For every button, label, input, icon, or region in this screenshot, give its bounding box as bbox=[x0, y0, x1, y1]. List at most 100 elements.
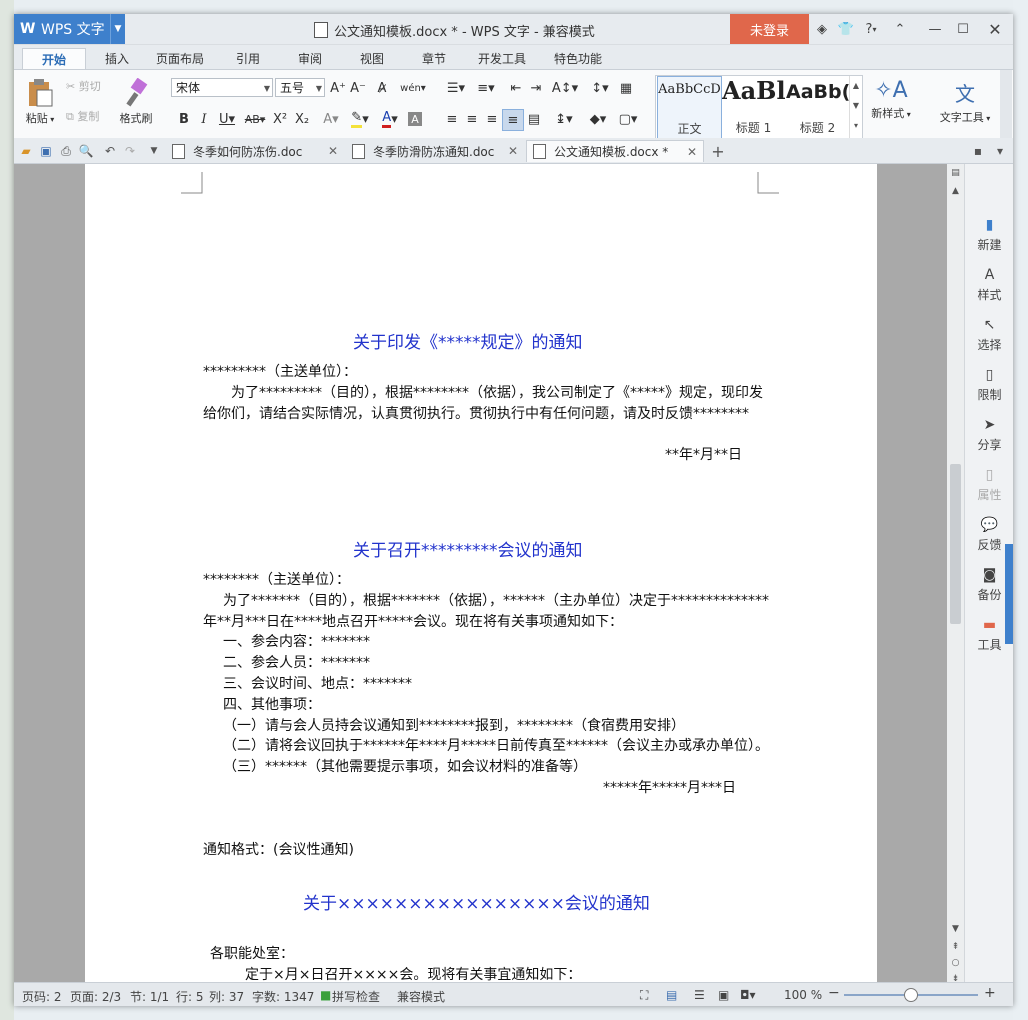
status-pages[interactable]: 页面: 2/3 bbox=[70, 988, 121, 1005]
distributed-align-icon[interactable]: ▤ bbox=[524, 109, 544, 129]
text-direction-icon[interactable]: A↕▾ bbox=[550, 78, 580, 98]
undo-icon[interactable]: ↶ bbox=[102, 143, 118, 159]
print-preview-icon[interactable]: 🔍 bbox=[78, 143, 94, 159]
doc-tab-3[interactable]: 公文通知模板.docx * ✕ bbox=[526, 140, 704, 162]
save-icon[interactable]: ▣ bbox=[38, 143, 54, 159]
bold-icon[interactable]: B bbox=[174, 109, 194, 129]
chevron-down-icon[interactable]: ▼ bbox=[110, 14, 125, 44]
status-page-code[interactable]: 页码: 2 bbox=[22, 988, 62, 1005]
zoom-out-icon[interactable]: − bbox=[828, 985, 840, 1001]
tab-review[interactable]: 审阅 bbox=[286, 48, 334, 69]
status-word-count[interactable]: 字数: 1347 bbox=[252, 988, 314, 1005]
tab-special[interactable]: 特色功能 bbox=[546, 48, 610, 69]
task-properties[interactable]: ▯ 属性 bbox=[965, 466, 1013, 503]
task-style[interactable]: A 样式 bbox=[965, 266, 1013, 303]
open-folder-icon[interactable]: ▰ bbox=[18, 143, 34, 159]
ruler-toggle-icon[interactable]: ▤ bbox=[947, 166, 964, 180]
task-new[interactable]: ▮ 新建 bbox=[965, 216, 1013, 253]
scroll-thumb[interactable] bbox=[950, 464, 961, 624]
page-view-icon[interactable]: ▤ bbox=[666, 988, 677, 1002]
cut-button[interactable]: ✂ 剪切 bbox=[66, 78, 116, 94]
align-left-icon[interactable]: ≡ bbox=[442, 109, 462, 129]
status-row[interactable]: 行: 5 bbox=[176, 988, 204, 1005]
align-center-icon[interactable]: ≡ bbox=[462, 109, 482, 129]
zoom-level[interactable]: 100 % bbox=[784, 988, 822, 1002]
ribbon-scrollbar[interactable] bbox=[1000, 70, 1012, 145]
status-col[interactable]: 列: 37 bbox=[209, 988, 244, 1005]
doc-tab-2[interactable]: 冬季防滑防冻通知.doc ✕ bbox=[346, 140, 524, 162]
redo-icon[interactable]: ↷ bbox=[122, 143, 138, 159]
reading-view-icon[interactable]: ◘▾ bbox=[740, 988, 756, 1002]
increase-indent-icon[interactable]: ⇥ bbox=[526, 78, 546, 98]
tab-view[interactable]: 视图 bbox=[348, 48, 396, 69]
phonetic-guide-icon[interactable]: wén▾ bbox=[398, 78, 428, 98]
font-name-select[interactable]: 宋体 ▼ bbox=[171, 78, 273, 97]
customize-toolbar-icon[interactable]: ▼ bbox=[146, 143, 162, 159]
close-tab-icon[interactable]: ✕ bbox=[328, 144, 338, 158]
login-button[interactable]: 未登录 bbox=[730, 14, 809, 44]
text-tools-button[interactable]: 文 文字工具 ▾ bbox=[934, 78, 996, 125]
strikethrough-icon[interactable]: AB▾ bbox=[242, 109, 268, 129]
sort-icon[interactable]: ↕▾ bbox=[586, 78, 614, 98]
fullscreen-icon[interactable]: ⛶ bbox=[640, 988, 648, 1003]
subscript-icon[interactable]: X₂ bbox=[292, 109, 312, 129]
shading-icon[interactable]: ◆▾ bbox=[584, 109, 612, 129]
scroll-up-icon[interactable]: ▲ bbox=[947, 184, 964, 198]
maximize-icon[interactable]: ☐ bbox=[954, 20, 972, 38]
underline-icon[interactable]: U▾ bbox=[214, 109, 240, 129]
style-gallery-scroll[interactable]: ▲ ▼ ▾ bbox=[849, 76, 862, 140]
collapse-ribbon-icon[interactable]: ⌃ bbox=[892, 20, 908, 38]
tab-developer[interactable]: 开发工具 bbox=[470, 48, 534, 69]
text-effect-icon[interactable]: A▾ bbox=[318, 109, 344, 129]
close-icon[interactable]: ✕ bbox=[986, 20, 1004, 39]
paste-button[interactable]: 粘贴 ▾ bbox=[22, 78, 58, 126]
help-button[interactable]: ? ▾ bbox=[860, 20, 882, 38]
close-tab-icon[interactable]: ✕ bbox=[687, 145, 697, 159]
font-color-icon[interactable]: A ▾ bbox=[376, 109, 404, 129]
new-tab-icon[interactable]: + bbox=[710, 142, 726, 161]
task-select[interactable]: ↖ 选择 bbox=[965, 316, 1013, 353]
browse-object-icon[interactable]: ○ bbox=[947, 956, 964, 970]
app-menu-button[interactable]: W WPS 文字 ▼ bbox=[14, 14, 125, 44]
tab-home[interactable]: 开始 bbox=[22, 48, 86, 70]
task-restrict[interactable]: ▯ 限制 bbox=[965, 366, 1013, 403]
tab-references[interactable]: 引用 bbox=[224, 48, 272, 69]
highlight-icon[interactable]: ✎ ▾ bbox=[346, 109, 374, 129]
vertical-scrollbar[interactable]: ▤ ▲ ▼ ⇞ ○ ⇟ bbox=[947, 164, 964, 984]
web-view-icon[interactable]: ▣ bbox=[718, 988, 729, 1002]
font-size-select[interactable]: 五号 ▼ bbox=[275, 78, 325, 97]
zoom-in-icon[interactable]: + bbox=[984, 985, 996, 1001]
style-heading-2[interactable]: AaBb( 标题 2 bbox=[786, 76, 849, 140]
minimize-icon[interactable]: — bbox=[926, 20, 944, 38]
status-section[interactable]: 节: 1/1 bbox=[130, 988, 169, 1005]
line-spacing-icon[interactable]: ↨▾ bbox=[550, 109, 578, 129]
task-share[interactable]: ➤ 分享 bbox=[965, 416, 1013, 453]
char-shading-icon[interactable]: A bbox=[408, 112, 422, 126]
clear-format-icon[interactable]: A̷ bbox=[372, 78, 392, 98]
table-grid-icon[interactable]: ▦ bbox=[616, 78, 636, 98]
tab-chapter[interactable]: 章节 bbox=[410, 48, 458, 69]
shrink-font-icon[interactable]: A⁻ bbox=[348, 78, 368, 98]
doc-tab-1[interactable]: 冬季如何防冻伤.doc ✕ bbox=[166, 140, 344, 162]
skin-icon[interactable]: ◈ bbox=[814, 20, 830, 38]
bullet-list-icon[interactable]: ☰▾ bbox=[442, 78, 470, 98]
tab-options-icon[interactable]: ▾ bbox=[992, 143, 1008, 159]
justify-icon[interactable]: ≡ bbox=[502, 109, 524, 131]
superscript-icon[interactable]: X² bbox=[270, 109, 290, 129]
align-right-icon[interactable]: ≡ bbox=[482, 109, 502, 129]
print-icon[interactable]: ⎙ bbox=[58, 143, 74, 159]
tab-page-layout[interactable]: 页面布局 bbox=[148, 48, 212, 69]
zoom-slider-handle[interactable] bbox=[904, 988, 918, 1002]
document-page[interactable]: 关于印发《*****规定》的通知 *********（主送单位）： 为了****… bbox=[85, 164, 877, 982]
outline-view-icon[interactable]: ☰ bbox=[694, 988, 705, 1002]
numbered-list-icon[interactable]: ≡▾ bbox=[472, 78, 500, 98]
copy-button[interactable]: ⧉ 复制 bbox=[66, 108, 116, 124]
style-heading-1[interactable]: AaBl 标题 1 bbox=[722, 76, 785, 140]
status-spell-check[interactable]: 拼写检查 bbox=[332, 988, 380, 1005]
style-normal[interactable]: AaBbCcD 正文 bbox=[657, 76, 722, 142]
italic-icon[interactable]: I bbox=[194, 109, 214, 129]
format-painter-button[interactable]: 格式刷 bbox=[116, 78, 156, 126]
pin-icon[interactable]: ▪ bbox=[970, 143, 986, 159]
tab-insert[interactable]: 插入 bbox=[92, 48, 142, 69]
prev-page-icon[interactable]: ⇞ bbox=[947, 940, 964, 954]
